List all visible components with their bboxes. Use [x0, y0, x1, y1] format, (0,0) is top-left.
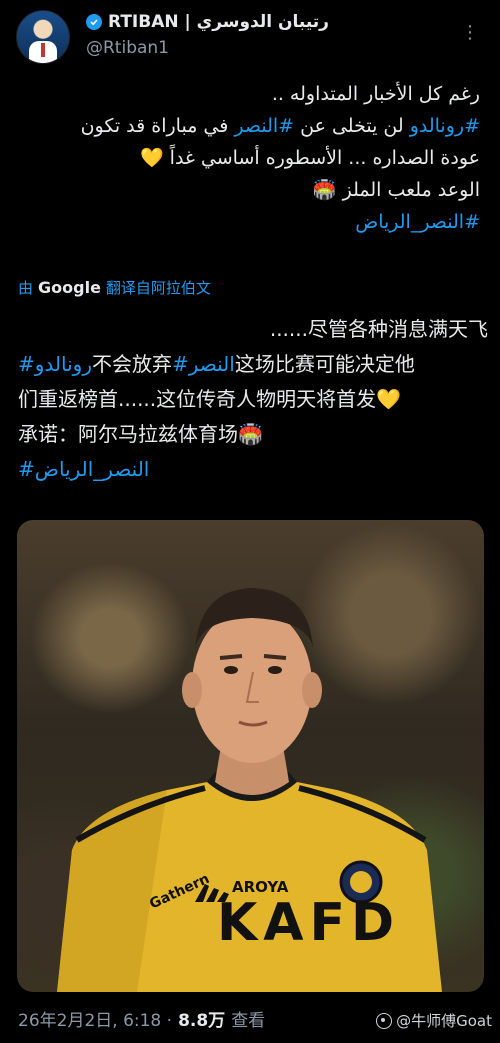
tweet-line: 们重返榜首......这位传奇人物明天将首发💛 — [18, 387, 402, 411]
verified-badge-icon — [86, 14, 102, 30]
player-photo-illustration: KAFD AROYA Gathern — [57, 588, 442, 992]
hashtag-link[interactable]: #النصر — [172, 352, 235, 376]
author-name-row[interactable]: RTIBAN | رتيبان الدوسري — [86, 12, 329, 32]
tweet-footer: 26年2月2日, 6:18 · 8.8万 查看 — [18, 1006, 265, 1031]
display-name[interactable]: RTIBAN | رتيبان الدوسري — [108, 12, 329, 32]
view-count-label: 查看 — [231, 1011, 266, 1031]
user-handle[interactable]: @Rtiban1 — [86, 38, 169, 58]
tweet-line: رغم كل الأخبار المتداوله .. — [271, 83, 480, 105]
tweet-text-span: 这场比赛可能决定他 — [234, 352, 415, 376]
tweet-text-span: 不会放弃 — [92, 352, 172, 376]
tweet-line: ......尽管各种消息满天飞 — [269, 317, 488, 341]
tweet-text-arabic: رغم كل الأخبار المتداوله .. #رونالدو لن … — [20, 78, 480, 238]
google-logo: Google — [38, 278, 101, 297]
hashtag-link[interactable]: #رونالدو — [18, 352, 92, 376]
tweet-line: #رونالدو不会放弃#النصر这场比赛可能决定他 — [18, 347, 488, 382]
translation-attribution[interactable]: 由 Google 翻译自阿拉伯文 — [18, 277, 211, 298]
weibo-watermark: @牛师傅Goat — [376, 1010, 492, 1031]
hashtag-link[interactable]: #النصر_الرياض — [20, 206, 480, 238]
tweet-timestamp[interactable]: 26年2月2日, 6:18 · — [18, 1006, 172, 1031]
view-count: 8.8万 — [178, 1011, 226, 1031]
hashtag-link[interactable]: #النصر_الرياض — [18, 452, 488, 487]
watermark-text: @牛师傅Goat — [396, 1012, 492, 1030]
tweet-line: عودة الصداره ... الأسطوره أساسي غداً 💛 — [139, 147, 480, 169]
avatar[interactable] — [16, 10, 70, 64]
tweet-text-span: في مباراة قد تكون — [80, 115, 235, 137]
tweet-photo[interactable]: KAFD AROYA Gathern — [17, 520, 484, 992]
hashtag-link[interactable]: #النصر — [234, 115, 294, 137]
jersey-brand-text: AROYA — [232, 878, 289, 896]
tweet-line: 承诺：阿尔马拉兹体育场🏟️ — [18, 422, 263, 446]
tweet-text-translated: ......尽管各种消息满天飞 #رونالدو不会放弃#النصر这场比赛可能… — [18, 312, 488, 487]
hashtag-link[interactable]: #رونالدو — [410, 115, 480, 137]
tweet-header: RTIBAN | رتيبان الدوسري @Rtiban1 ⋮ — [0, 0, 500, 70]
jersey-sponsor-text: KAFD — [217, 893, 400, 953]
translation-label[interactable]: 翻译自阿拉伯文 — [106, 277, 211, 298]
translation-prefix: 由 — [18, 279, 34, 297]
tweet-line: الوعد ملعب الملز 🏟️ — [312, 179, 480, 201]
more-options-icon[interactable]: ⋮ — [461, 22, 480, 43]
tweet-text-span: لن يتخلى عن — [294, 115, 410, 137]
weibo-logo-icon — [376, 1012, 393, 1029]
tweet-line: #رونالدو لن يتخلى عن #النصر في مباراة قد… — [20, 110, 480, 142]
